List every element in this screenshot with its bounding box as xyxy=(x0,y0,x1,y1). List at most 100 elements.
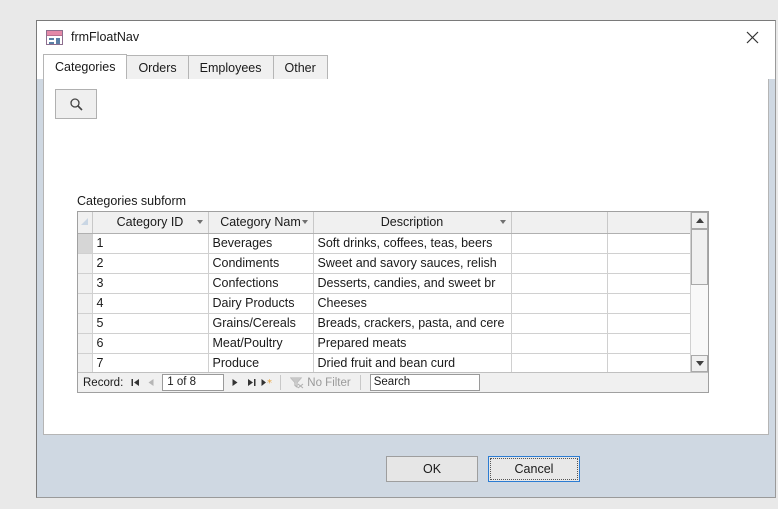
cell-blank-2[interactable] xyxy=(607,353,690,372)
row-selector[interactable] xyxy=(78,293,93,314)
cell-category-id[interactable]: 5 xyxy=(92,313,209,334)
table-row[interactable]: 3 Confections Desserts, candies, and swe… xyxy=(78,273,690,294)
tab-page-categories: Categories subform Category ID Category … xyxy=(43,79,769,435)
first-record-button[interactable] xyxy=(127,374,143,392)
row-selector[interactable] xyxy=(78,333,93,354)
filter-button[interactable]: No Filter xyxy=(286,377,354,389)
cell-description[interactable]: Cheeses xyxy=(313,293,512,314)
cell-category-name[interactable]: Confections xyxy=(208,273,314,294)
cell-description[interactable]: Breads, crackers, pasta, and cere xyxy=(313,313,512,334)
cancel-button[interactable]: Cancel xyxy=(488,456,580,482)
select-all-corner[interactable] xyxy=(78,212,93,234)
table-row[interactable]: 1 Beverages Soft drinks, coffees, teas, … xyxy=(78,233,690,254)
cell-category-id[interactable]: 2 xyxy=(92,253,209,274)
column-header-blank-1[interactable] xyxy=(511,212,608,234)
nav-separator-2 xyxy=(359,375,361,390)
previous-record-button[interactable] xyxy=(143,374,159,392)
scroll-down-button[interactable] xyxy=(691,355,708,372)
cell-blank-2[interactable] xyxy=(607,293,690,314)
datasheet-grid: Category ID Category Nam Description 1 B… xyxy=(78,212,690,372)
search-records-input[interactable]: Search xyxy=(369,374,480,391)
row-selector[interactable] xyxy=(78,273,93,294)
cell-category-id[interactable]: 7 xyxy=(92,353,209,372)
scrollbar-track[interactable] xyxy=(691,229,708,355)
tab-categories[interactable]: Categories xyxy=(43,54,128,79)
row-selector[interactable] xyxy=(78,233,93,254)
datasheet-header-row: Category ID Category Nam Description xyxy=(78,212,690,234)
chevron-down-icon xyxy=(695,361,704,366)
svg-text:*: * xyxy=(267,378,272,387)
scroll-up-button[interactable] xyxy=(691,212,708,229)
cell-blank-1[interactable] xyxy=(511,313,608,334)
cell-category-id[interactable]: 1 xyxy=(92,233,209,254)
search-button[interactable] xyxy=(55,89,97,119)
cell-category-name[interactable]: Grains/Cereals xyxy=(208,313,314,334)
cell-blank-1[interactable] xyxy=(511,253,608,274)
tab-orders[interactable]: Orders xyxy=(126,55,189,79)
tab-other[interactable]: Other xyxy=(272,55,328,79)
cell-blank-2[interactable] xyxy=(607,333,690,354)
row-selector[interactable] xyxy=(78,313,93,334)
scrollbar-thumb[interactable] xyxy=(691,229,708,285)
column-header-description[interactable]: Description xyxy=(313,212,512,234)
cell-blank-2[interactable] xyxy=(607,313,690,334)
chevron-down-icon[interactable] xyxy=(196,220,203,225)
table-row[interactable]: 5 Grains/Cereals Breads, crackers, pasta… xyxy=(78,313,690,334)
filter-icon xyxy=(290,376,304,388)
categories-subform: Category ID Category Nam Description 1 B… xyxy=(77,211,709,393)
cell-category-name[interactable]: Dairy Products xyxy=(208,293,314,314)
cell-category-id[interactable]: 4 xyxy=(92,293,209,314)
cell-description[interactable]: Prepared meats xyxy=(313,333,512,354)
record-label: Record: xyxy=(83,376,124,389)
column-header-category-id[interactable]: Category ID xyxy=(92,212,209,234)
focus-ring xyxy=(490,458,578,480)
access-form-icon xyxy=(46,30,63,45)
dialog-window: frmFloatNav Categories Orders Employees … xyxy=(36,20,776,498)
cell-blank-1[interactable] xyxy=(511,233,608,254)
table-row[interactable]: 2 Condiments Sweet and savory sauces, re… xyxy=(78,253,690,274)
previous-record-icon xyxy=(148,379,154,386)
subform-label: Categories subform xyxy=(77,194,187,208)
datasheet-rows: 1 Beverages Soft drinks, coffees, teas, … xyxy=(78,233,690,372)
cell-category-id[interactable]: 6 xyxy=(92,333,209,354)
cell-description[interactable]: Soft drinks, coffees, teas, beers xyxy=(313,233,512,254)
cell-category-name[interactable]: Beverages xyxy=(208,233,314,254)
chevron-down-icon[interactable] xyxy=(499,220,506,225)
ok-button[interactable]: OK xyxy=(386,456,478,482)
close-icon[interactable] xyxy=(730,21,775,54)
tab-employees[interactable]: Employees xyxy=(187,55,274,79)
cell-blank-2[interactable] xyxy=(607,273,690,294)
magnifier-icon xyxy=(69,97,83,111)
new-record-button[interactable]: * xyxy=(259,374,275,392)
cell-blank-1[interactable] xyxy=(511,333,608,354)
dialog-footer: OK Cancel xyxy=(37,435,775,497)
cell-blank-1[interactable] xyxy=(511,293,608,314)
next-record-icon xyxy=(232,379,238,386)
cell-category-name[interactable]: Produce xyxy=(208,353,314,372)
datasheet-vertical-scrollbar[interactable] xyxy=(690,212,708,372)
column-header-blank-2[interactable] xyxy=(607,212,690,234)
record-navigator: Record: 1 of 8 * No Filter Search xyxy=(78,372,708,392)
row-selector[interactable] xyxy=(78,353,93,372)
cell-category-name[interactable]: Condiments xyxy=(208,253,314,274)
table-row[interactable]: 4 Dairy Products Cheeses xyxy=(78,293,690,314)
cell-category-name[interactable]: Meat/Poultry xyxy=(208,333,314,354)
cell-description[interactable]: Sweet and savory sauces, relish xyxy=(313,253,512,274)
next-record-button[interactable] xyxy=(227,374,243,392)
record-position-input[interactable]: 1 of 8 xyxy=(162,374,225,391)
last-record-button[interactable] xyxy=(243,374,259,392)
cell-blank-2[interactable] xyxy=(607,253,690,274)
table-row[interactable]: 7 Produce Dried fruit and bean curd xyxy=(78,353,690,372)
cell-blank-1[interactable] xyxy=(511,273,608,294)
column-header-category-name[interactable]: Category Nam xyxy=(208,212,314,234)
tab-strip: Categories Orders Employees Other xyxy=(37,54,775,79)
cell-category-id[interactable]: 3 xyxy=(92,273,209,294)
datasheet-body: Category ID Category Nam Description 1 B… xyxy=(78,212,708,372)
chevron-down-icon[interactable] xyxy=(301,220,308,225)
cell-blank-2[interactable] xyxy=(607,233,690,254)
row-selector[interactable] xyxy=(78,253,93,274)
cell-description[interactable]: Dried fruit and bean curd xyxy=(313,353,512,372)
table-row[interactable]: 6 Meat/Poultry Prepared meats xyxy=(78,333,690,354)
cell-blank-1[interactable] xyxy=(511,353,608,372)
cell-description[interactable]: Desserts, candies, and sweet br xyxy=(313,273,512,294)
